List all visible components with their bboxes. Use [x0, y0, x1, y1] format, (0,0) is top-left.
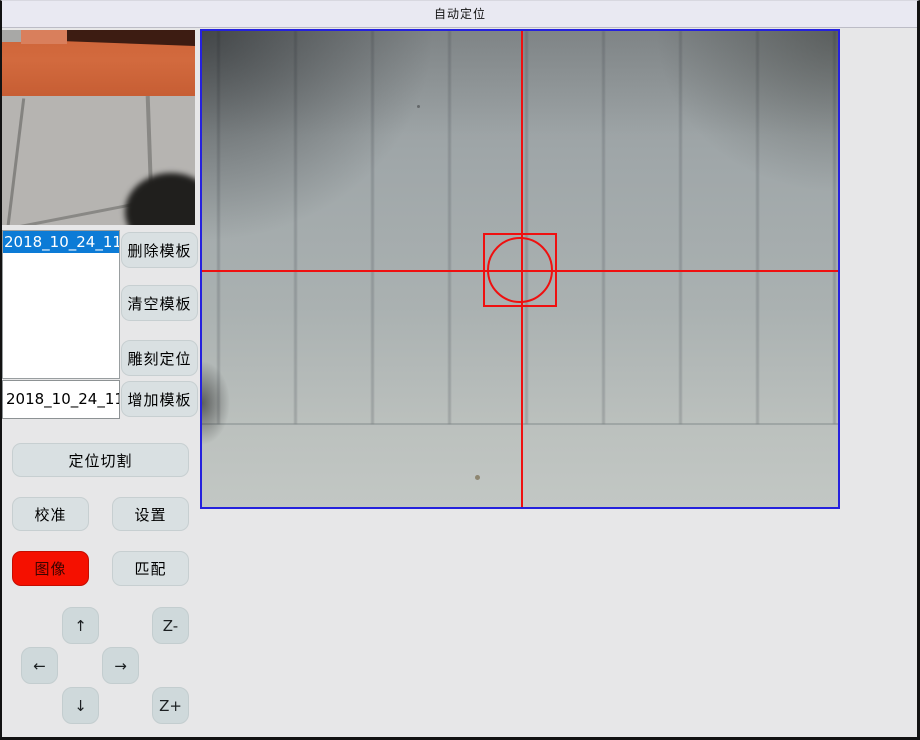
template-name-field[interactable]: 2018_10_24_11 — [2, 380, 120, 419]
up-arrow-icon: ↑ — [74, 617, 87, 635]
position-cut-button[interactable]: 定位切割 — [12, 443, 189, 477]
image-button[interactable]: 图像 — [12, 551, 89, 586]
title-bar: 自动定位 — [0, 0, 920, 28]
camera-speck — [475, 475, 480, 480]
camera-speck — [417, 105, 420, 108]
preview-light-orange-patch — [21, 30, 67, 44]
add-template-button[interactable]: 增加模板 — [121, 381, 198, 417]
preview-grout-line — [6, 98, 25, 225]
jog-up-button[interactable]: ↑ — [62, 607, 99, 644]
jog-down-button[interactable]: ↓ — [62, 687, 99, 724]
template-preview-image — [2, 30, 195, 225]
left-arrow-icon: ← — [33, 657, 46, 675]
engrave-position-button[interactable]: 雕刻定位 — [121, 340, 198, 376]
preview-tile-wall — [2, 96, 195, 225]
jog-left-button[interactable]: ← — [21, 647, 58, 684]
right-arrow-icon: → — [114, 657, 127, 675]
jog-z-minus-button[interactable]: Z- — [152, 607, 189, 644]
match-button[interactable]: 匹配 — [112, 551, 189, 586]
jog-z-plus-button[interactable]: Z+ — [152, 687, 189, 724]
template-list[interactable]: 2018_10_24_11 — [2, 230, 120, 379]
preview-dark-object — [125, 173, 195, 225]
delete-template-button[interactable]: 删除模板 — [121, 232, 198, 268]
camera-view[interactable] — [200, 29, 840, 509]
clear-templates-button[interactable]: 清空模板 — [121, 285, 198, 321]
jog-right-button[interactable]: → — [102, 647, 139, 684]
match-region-circle — [487, 237, 553, 303]
dialog-title: 自动定位 — [434, 5, 486, 22]
settings-button[interactable]: 设置 — [112, 497, 189, 531]
calibrate-button[interactable]: 校准 — [12, 497, 89, 531]
list-item[interactable]: 2018_10_24_11 — [3, 231, 119, 253]
preview-gray-patch — [2, 30, 21, 42]
down-arrow-icon: ↓ — [74, 697, 87, 715]
